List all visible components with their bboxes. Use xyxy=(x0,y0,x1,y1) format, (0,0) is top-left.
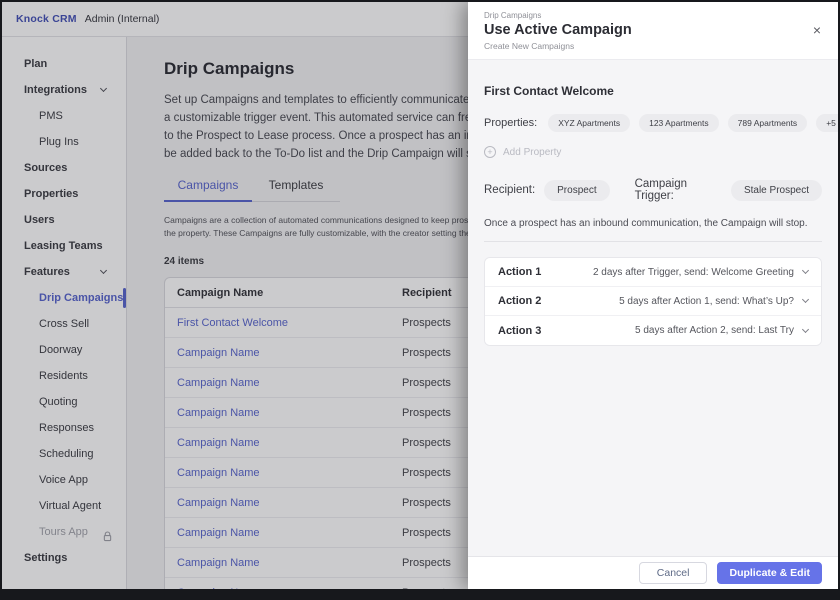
property-chip-list: XYZ Apartments 123 Apartments 789 Apartmen… xyxy=(548,114,838,132)
action-summary: 2 days after Trigger, send: Welcome Gree… xyxy=(593,267,794,278)
action-row-action-1[interactable]: Action 1 2 days after Trigger, send: Welc… xyxy=(485,258,821,287)
action-summary-group: 5 days after Action 2, send: Last Try xyxy=(635,325,808,336)
chevron-down-icon xyxy=(802,296,809,303)
breadcrumb: Drip Campaigns xyxy=(484,11,822,20)
action-list: Action 1 2 days after Trigger, send: Welc… xyxy=(484,257,822,346)
recipient-value-chip: Prospect xyxy=(544,180,609,201)
action-summary: 5 days after Action 1, send: What’s Up? xyxy=(619,296,794,307)
close-icon[interactable]: × xyxy=(813,23,821,37)
chevron-down-icon xyxy=(802,267,809,274)
action-name: Action 1 xyxy=(498,266,541,278)
chevron-down-icon xyxy=(802,325,809,332)
campaign-name-label: First Contact Welcome xyxy=(484,84,822,98)
add-property-button[interactable]: + Add Property xyxy=(484,146,822,158)
app-screen: Knock CRM Admin (Internal) PlanIntegrati… xyxy=(2,2,838,589)
drawer-header: Drip Campaigns Use Active Campaign Creat… xyxy=(468,2,838,60)
add-property-label: Add Property xyxy=(503,147,561,158)
action-summary-group: 2 days after Trigger, send: Welcome Gree… xyxy=(593,267,808,278)
use-active-campaign-drawer: Drip Campaigns Use Active Campaign Creat… xyxy=(468,2,838,589)
property-chip: 123 Apartments xyxy=(639,114,719,132)
action-name: Action 2 xyxy=(498,295,541,307)
action-summary: 5 days after Action 2, send: Last Try xyxy=(635,325,794,336)
duplicate-edit-button[interactable]: Duplicate & Edit xyxy=(717,562,822,584)
drawer-body: First Contact Welcome Properties: XYZ Ap… xyxy=(468,60,838,556)
property-chip: +5 xyxy=(816,114,838,132)
drawer-subtitle: Create New Campaigns xyxy=(484,41,822,51)
action-row-action-3[interactable]: Action 3 5 days after Action 2, send: Las… xyxy=(485,316,821,345)
section-divider xyxy=(484,241,822,242)
cancel-button[interactable]: Cancel xyxy=(639,562,708,584)
campaign-trigger-label: Campaign Trigger: xyxy=(635,178,722,202)
recipient-trigger-row: Recipient: Prospect Campaign Trigger: St… xyxy=(484,178,822,202)
action-summary-group: 5 days after Action 1, send: What’s Up? xyxy=(619,296,808,307)
recipient-label: Recipient: xyxy=(484,184,535,196)
stop-note: Once a prospect has an inbound communica… xyxy=(484,218,822,229)
trigger-value-chip: Stale Prospect xyxy=(731,180,822,201)
drawer-footer: Cancel Duplicate & Edit xyxy=(468,556,838,589)
properties-row: Properties: XYZ Apartments 123 Apartments… xyxy=(484,114,822,132)
window-frame: Knock CRM Admin (Internal) PlanIntegrati… xyxy=(0,0,840,600)
property-chip: 789 Apartments xyxy=(728,114,808,132)
drawer-title: Use Active Campaign xyxy=(484,22,822,38)
property-chip: XYZ Apartments xyxy=(548,114,630,132)
plus-circle-icon: + xyxy=(484,146,496,158)
action-name: Action 3 xyxy=(498,325,541,337)
action-row-action-2[interactable]: Action 2 5 days after Action 1, send: Wha… xyxy=(485,287,821,316)
properties-label: Properties: xyxy=(484,117,537,129)
